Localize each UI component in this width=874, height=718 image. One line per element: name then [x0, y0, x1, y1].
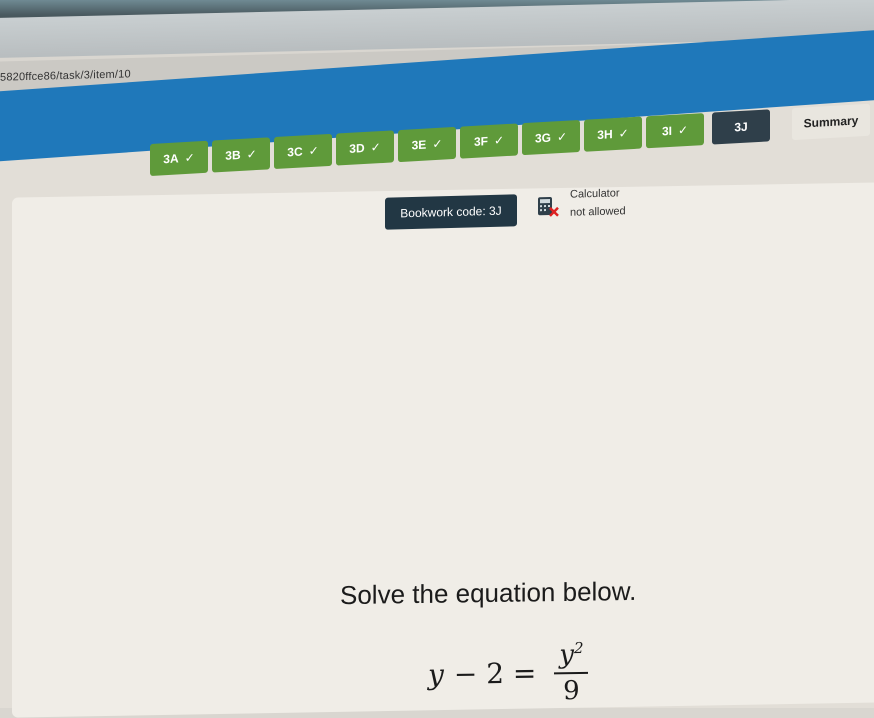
calculator-label: Calculator — [570, 187, 620, 201]
check-icon: ✓ — [184, 150, 195, 166]
tab-label: Summary — [803, 113, 859, 131]
fraction-denominator: 9 — [563, 675, 580, 706]
tab-3e[interactable]: 3E ✓ — [398, 126, 456, 163]
question-panel — [12, 182, 874, 718]
tab-label: 3E — [411, 137, 427, 153]
check-icon: ✓ — [677, 122, 689, 138]
tab-label: 3F — [473, 134, 488, 149]
tab-label: 3I — [661, 123, 672, 139]
tab-3h[interactable]: 3H ✓ — [584, 116, 642, 152]
fraction-bar — [554, 671, 589, 675]
check-icon: ✓ — [370, 140, 381, 155]
lhs-variable: y — [428, 657, 444, 691]
tab-3j[interactable]: 3J — [712, 109, 770, 145]
tab-label: 3C — [287, 144, 303, 160]
tab-label: 3H — [597, 127, 613, 142]
check-icon: ✓ — [556, 129, 568, 145]
rhs-fraction: y2 9 — [554, 639, 589, 706]
bookwork-code-badge: Bookwork code: 3J — [385, 194, 517, 230]
tab-3b[interactable]: 3B ✓ — [212, 137, 270, 173]
numerator-variable: y — [559, 639, 574, 670]
check-icon: ✓ — [493, 133, 505, 148]
equation: y − 2 = y2 9 — [428, 639, 589, 708]
tab-3g[interactable]: 3G ✓ — [522, 119, 580, 156]
tab-label: 3G — [534, 130, 551, 146]
check-icon: ✓ — [432, 136, 443, 152]
numerator-exponent: 2 — [573, 638, 584, 658]
check-icon: ✓ — [308, 143, 319, 159]
tab-label: 3J — [734, 119, 748, 135]
tab-3d[interactable]: 3D ✓ — [336, 130, 394, 166]
tab-3a[interactable]: 3A ✓ — [150, 140, 208, 176]
tab-3i[interactable]: 3I ✓ — [646, 113, 704, 149]
fraction-numerator: y2 — [559, 639, 583, 670]
tab-3c[interactable]: 3C ✓ — [274, 133, 332, 170]
check-icon: ✓ — [246, 147, 257, 162]
tab-label: 3A — [163, 151, 179, 167]
tab-3f[interactable]: 3F ✓ — [460, 123, 518, 159]
calculator-not-allowed-icon — [537, 196, 559, 219]
check-icon: ✓ — [618, 126, 629, 141]
question-prompt: Solve the equation below. — [340, 575, 637, 611]
tab-label: 3D — [349, 140, 365, 156]
lhs-rest: − 2 = — [453, 656, 537, 691]
tab-label: 3B — [225, 147, 241, 163]
tab-summary[interactable]: Summary — [792, 103, 870, 141]
calculator-status: not allowed — [570, 205, 626, 219]
